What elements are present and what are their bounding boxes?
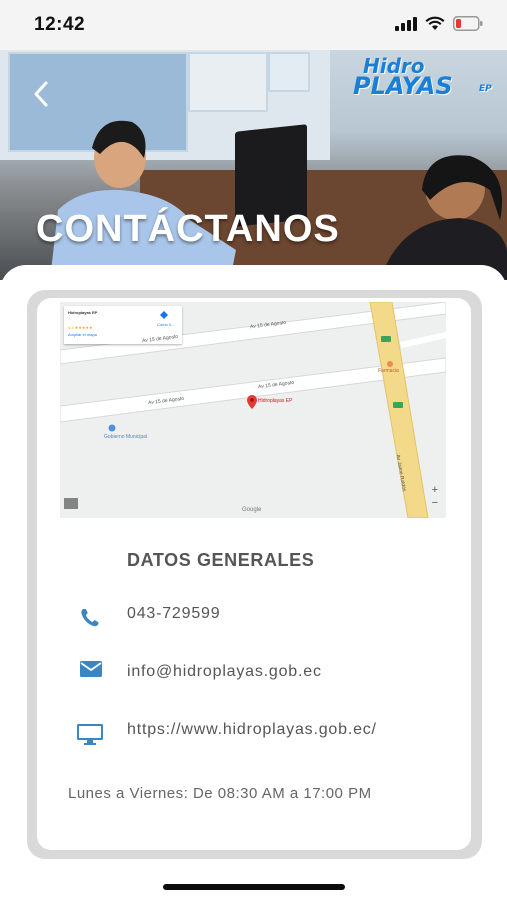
- wifi-icon: [425, 16, 445, 30]
- battery-low-icon: [453, 16, 483, 31]
- directions-icon[interactable]: [160, 311, 168, 319]
- map-attribution: Google: [242, 507, 262, 513]
- map-place-label: Farmacia: [378, 368, 399, 374]
- home-indicator[interactable]: [163, 884, 345, 890]
- location-map[interactable]: Hidroplayas EP 4.4 ★★★★★ Ampliar el mapa…: [60, 302, 446, 518]
- map-directions-link[interactable]: Cómo ll...: [157, 322, 174, 327]
- desktop-icon: [77, 724, 103, 745]
- hero-wall-sign: [188, 52, 268, 112]
- email-text[interactable]: info@hidroplayas.gob.ec: [127, 663, 322, 681]
- map-pin-label: Hidroplayas EP: [258, 398, 293, 404]
- mail-icon: [80, 661, 102, 677]
- office-hours: Lunes a Viernes: De 08:30 AM a 17:00 PM: [68, 785, 372, 802]
- status-icons: [395, 16, 483, 31]
- phone-text[interactable]: 043-729599: [127, 605, 220, 623]
- logo-text-main: PLAYAS: [353, 72, 453, 100]
- section-heading: DATOS GENERALES: [127, 550, 315, 570]
- logo-text-suffix: EP: [479, 84, 492, 94]
- map-zoom-out-button[interactable]: −: [432, 497, 438, 510]
- map-zoom-controls[interactable]: + −: [432, 484, 438, 510]
- phone-icon: [81, 609, 99, 627]
- website-link[interactable]: https://www.hidroplayas.gob.ec/: [127, 721, 377, 739]
- hero-banner: Hidro PLAYAS EP CONTÁCTANOS: [0, 50, 507, 280]
- map-zoom-in-button[interactable]: +: [432, 484, 438, 497]
- hero-person-agent: [50, 120, 236, 280]
- status-bar: 12:42: [0, 0, 507, 50]
- hero-person-customer: [380, 155, 507, 280]
- hidroplayas-logo: Hidro PLAYAS EP: [351, 54, 501, 114]
- map-place-label: Gobierno Municipal: [104, 434, 148, 440]
- chevron-left-icon[interactable]: [30, 80, 54, 108]
- signal-icon: [395, 16, 417, 31]
- status-time: 12:42: [34, 14, 86, 35]
- page-title: CONTÁCTANOS: [36, 208, 340, 250]
- hero-wall-sign: [268, 52, 310, 92]
